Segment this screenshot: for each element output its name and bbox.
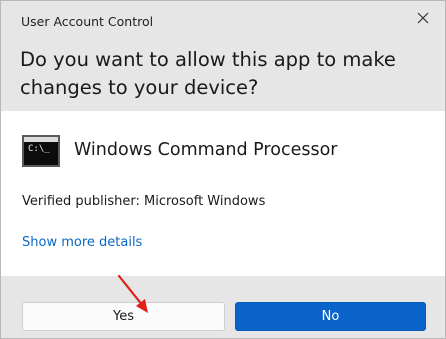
show-more-details-link[interactable]: Show more details	[22, 235, 142, 250]
dialog-header: User Account Control Do you want to allo…	[1, 1, 445, 111]
close-button[interactable]	[406, 5, 440, 31]
icon-titlebar	[24, 137, 58, 142]
dialog-body: C:\_ Windows Command Processor Verified …	[1, 111, 445, 276]
icon-prompt-text: C:\_	[28, 144, 50, 154]
uac-dialog: User Account Control Do you want to allo…	[0, 0, 446, 339]
publisher-info: Verified publisher: Microsoft Windows	[22, 194, 266, 209]
dialog-footer: Yes No	[1, 276, 445, 338]
command-prompt-icon: C:\_	[22, 135, 60, 167]
close-icon[interactable]	[417, 12, 429, 24]
no-button[interactable]: No	[235, 302, 426, 331]
yes-button[interactable]: Yes	[22, 302, 225, 331]
app-name: Windows Command Processor	[74, 140, 338, 160]
uac-question: Do you want to allow this app to make ch…	[20, 48, 396, 99]
window-title: User Account Control	[21, 14, 154, 29]
